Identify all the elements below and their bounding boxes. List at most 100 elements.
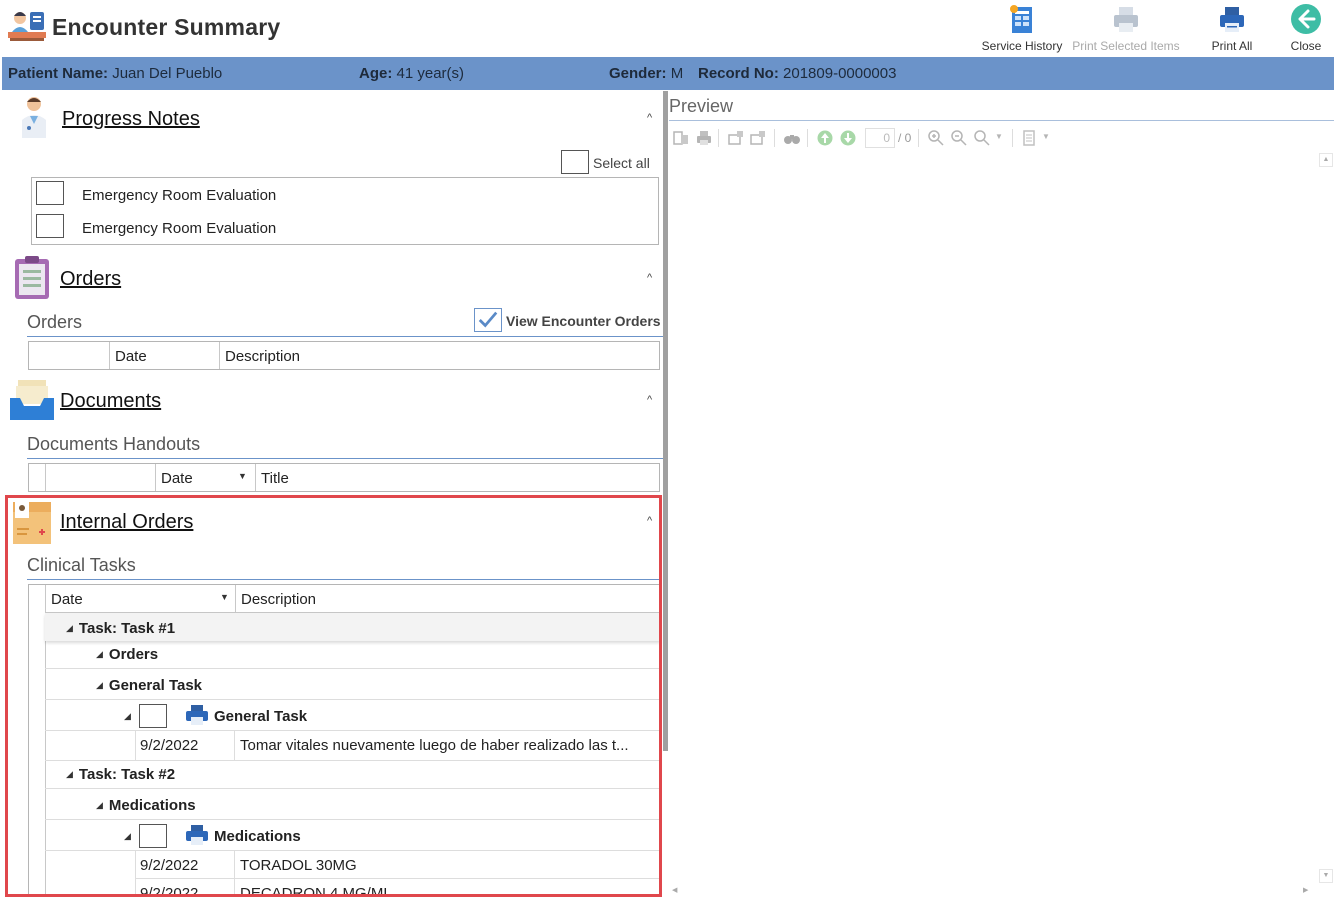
expand-triangle-icon[interactable]: ◢ (96, 649, 103, 660)
scroll-right-icon[interactable]: ▶ (1303, 886, 1308, 894)
close-button[interactable]: Close (1282, 2, 1330, 54)
progress-note-item[interactable]: Emergency Room Evaluation (82, 220, 276, 237)
chevron-down-icon[interactable]: ▼ (995, 132, 1003, 141)
printer-icon[interactable] (695, 129, 713, 147)
export-icon[interactable] (749, 129, 767, 147)
row-description: Tomar vitales nuevamente luego de haber … (240, 737, 629, 754)
column-header-description[interactable]: Description (235, 585, 659, 613)
row-description: DECADRON 4 MG/ML (240, 885, 392, 897)
view-encounter-orders-label: View Encounter Orders (506, 313, 661, 329)
divider (45, 668, 660, 669)
expand-triangle-icon[interactable]: ◢ (96, 680, 103, 691)
printer-icon[interactable] (184, 823, 210, 847)
package-icon (13, 502, 51, 544)
page-number-input[interactable]: 0 (865, 128, 895, 148)
expand-triangle-icon[interactable]: ◢ (124, 828, 137, 845)
zoom-in-icon[interactable] (927, 129, 945, 147)
scroll-left-icon[interactable]: ◀ (672, 886, 677, 894)
group-general-task-text: General Task (108, 677, 203, 694)
printer-icon[interactable] (184, 703, 210, 727)
documents-title[interactable]: Documents (60, 390, 161, 413)
clinical-tasks-subtitle: Clinical Tasks (27, 555, 136, 575)
expand-triangle-icon[interactable]: ◢ (124, 708, 137, 725)
divider (234, 850, 235, 897)
service-history-button[interactable]: Service History (980, 2, 1064, 54)
close-label: Close (1290, 39, 1322, 53)
internal-orders-title[interactable]: Internal Orders (60, 511, 193, 534)
arrow-down-icon[interactable] (839, 129, 857, 147)
select-all-checkbox[interactable] (561, 150, 589, 174)
progress-note-checkbox[interactable] (36, 181, 64, 205)
print-selected-items-button[interactable]: Print Selected Items (1070, 2, 1182, 54)
general-task-label: General Task (214, 708, 308, 725)
view-encounter-orders-checkbox[interactable] (474, 308, 502, 332)
collapse-internal-orders-icon[interactable]: ^ (647, 515, 652, 527)
task-1-text: Task: Task #1 (78, 620, 176, 637)
sort-down-icon[interactable]: ▼ (238, 471, 247, 481)
column-header-date[interactable]: Date (109, 342, 219, 369)
document-map-icon[interactable] (672, 129, 690, 147)
column-header-date[interactable]: Date ▼ (45, 585, 235, 613)
collapse-documents-icon[interactable]: ^ (647, 394, 652, 406)
left-pane-scrollbar[interactable] (663, 91, 668, 751)
task-2-text: Task: Task #2 (78, 766, 176, 783)
medications-checkbox[interactable] (139, 824, 167, 848)
task-1-label[interactable]: ◢ Task: Task #1 (66, 620, 175, 637)
zoom-icon[interactable] (973, 129, 991, 147)
collapse-progress-notes-icon[interactable]: ^ (647, 112, 652, 124)
patient-age-value: 41 year(s) (396, 65, 465, 82)
orders-title[interactable]: Orders (60, 268, 121, 291)
progress-notes-title[interactable]: Progress Notes (62, 108, 200, 131)
documents-grid-header: Date ▼ Title (28, 463, 660, 492)
progress-note-item[interactable]: Emergency Room Evaluation (82, 187, 276, 204)
expand-triangle-icon[interactable]: ◢ (66, 769, 73, 780)
preview-title: Preview (669, 96, 734, 116)
task-2-label[interactable]: ◢ Task: Task #2 (66, 766, 175, 783)
progress-note-checkbox[interactable] (36, 214, 64, 238)
patient-gender-value: M (670, 65, 684, 82)
patient-record-label: Record No: (698, 65, 779, 82)
date-label: Date (51, 591, 83, 608)
scroll-up-icon[interactable]: ▲ (1319, 153, 1333, 167)
binoculars-icon[interactable] (783, 129, 801, 147)
arrow-left-circle-icon (1291, 4, 1321, 34)
chevron-down-icon[interactable]: ▼ (1042, 132, 1050, 141)
column-header-date[interactable]: Date ▼ (155, 464, 255, 491)
divider (45, 788, 660, 789)
zoom-out-icon[interactable] (950, 129, 968, 147)
date-label: Date (161, 470, 193, 487)
inbox-tray-icon (10, 380, 54, 420)
sort-down-icon[interactable]: ▼ (220, 592, 229, 602)
divider (718, 129, 719, 147)
group-orders[interactable]: ◢ Orders (96, 646, 158, 663)
divider (807, 129, 808, 147)
doctor-icon (22, 97, 46, 138)
summary-pane[interactable]: Progress Notes ^ Select all Emergency Ro… (0, 91, 664, 897)
group-general-task[interactable]: ◢ General Task (96, 677, 202, 694)
expand-triangle-icon[interactable]: ◢ (66, 623, 73, 634)
expand-triangle-icon[interactable]: ◢ (96, 800, 103, 811)
app-header: Encounter Summary Service History Print … (0, 0, 1338, 56)
print-all-label: Print All (1211, 39, 1253, 53)
page-layout-icon[interactable] (1020, 129, 1038, 147)
first-page-icon[interactable] (727, 129, 745, 147)
column-header-title[interactable]: Title (255, 464, 659, 491)
divider (669, 120, 1334, 121)
column-header-description[interactable]: Description (219, 342, 659, 369)
print-all-button[interactable]: Print All (1200, 2, 1264, 54)
group-medications[interactable]: ◢ Medications (96, 797, 196, 814)
divider (234, 730, 235, 761)
preview-scrollbar[interactable]: ▲ ▼ (1319, 153, 1333, 883)
divider (135, 878, 660, 879)
patient-record-value: 201809-0000003 (783, 65, 897, 82)
group-orders-text: Orders (108, 646, 159, 663)
divider (27, 579, 660, 580)
divider (135, 730, 136, 761)
scroll-down-icon[interactable]: ▼ (1319, 869, 1333, 883)
general-task-checkbox[interactable] (139, 704, 167, 728)
collapse-orders-icon[interactable]: ^ (647, 272, 652, 284)
patient-record: Record No: 201809-0000003 (698, 65, 896, 82)
arrow-up-icon[interactable] (816, 129, 834, 147)
page-total: / 0 (898, 131, 912, 145)
patient-name-label: Patient Name: (8, 65, 109, 82)
